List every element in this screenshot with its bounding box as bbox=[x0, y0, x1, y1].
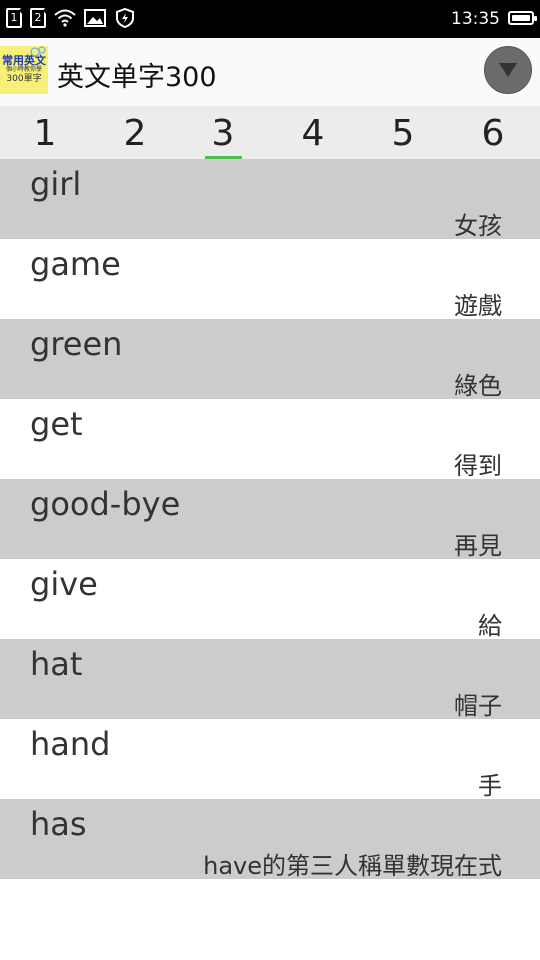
tab-6[interactable]: 6 bbox=[448, 106, 538, 159]
word-meaning: 手 bbox=[478, 772, 502, 800]
word-text: give bbox=[30, 565, 98, 603]
tab-5[interactable]: 5 bbox=[358, 106, 448, 159]
app-bar: 常用英文 個小時教你學 300單字 英文单字300 bbox=[0, 38, 540, 106]
tab-4[interactable]: 4 bbox=[268, 106, 358, 159]
tab-label: 2 bbox=[123, 113, 147, 154]
tab-2[interactable]: 2 bbox=[90, 106, 180, 159]
tab-label: 6 bbox=[481, 113, 505, 154]
word-meaning: 女孩 bbox=[454, 212, 502, 240]
sim-2-label: 2 bbox=[34, 11, 42, 24]
dropdown-arrow-icon bbox=[499, 63, 517, 77]
word-list: girl 女孩 game 遊戲 green 綠色 get 得到 good-bye… bbox=[0, 159, 540, 880]
word-meaning: 綠色 bbox=[454, 372, 502, 400]
app-title: 英文单字300 bbox=[57, 62, 217, 93]
word-text: hand bbox=[30, 725, 111, 763]
sim-2-icon: 2 bbox=[30, 8, 46, 28]
word-meaning: 遊戲 bbox=[454, 292, 502, 320]
app-logo: 常用英文 個小時教你學 300單字 bbox=[0, 46, 48, 94]
list-item[interactable]: green 綠色 bbox=[0, 319, 540, 400]
word-meaning: 得到 bbox=[454, 452, 502, 480]
list-item[interactable]: get 得到 bbox=[0, 399, 540, 480]
tab-3[interactable]: 3 bbox=[178, 106, 268, 159]
wifi-icon bbox=[54, 9, 76, 27]
word-text: girl bbox=[30, 165, 82, 203]
sim-1-icon: 1 bbox=[6, 8, 22, 28]
list-item[interactable]: hat 帽子 bbox=[0, 639, 540, 720]
word-meaning: 帽子 bbox=[454, 692, 502, 720]
tab-label: 1 bbox=[33, 113, 57, 154]
shield-icon bbox=[116, 8, 134, 28]
logo-line-2: 個小時教你學 bbox=[5, 66, 42, 73]
tab-label: 4 bbox=[301, 113, 325, 154]
word-text: hat bbox=[30, 645, 83, 683]
list-item[interactable]: game 遊戲 bbox=[0, 239, 540, 320]
tab-label: 5 bbox=[391, 113, 415, 154]
word-text: game bbox=[30, 245, 121, 283]
tab-1[interactable]: 1 bbox=[0, 106, 90, 159]
word-meaning: 再見 bbox=[454, 532, 502, 560]
image-icon bbox=[84, 9, 106, 27]
word-meaning: 給 bbox=[478, 612, 502, 640]
list-item[interactable]: good-bye 再見 bbox=[0, 479, 540, 560]
word-text: green bbox=[30, 325, 123, 363]
bubbles-icon bbox=[30, 46, 46, 57]
dropdown-menu-button[interactable] bbox=[484, 46, 532, 94]
word-text: has bbox=[30, 805, 87, 843]
logo-line-3: 300單字 bbox=[6, 74, 42, 84]
word-text: good-bye bbox=[30, 485, 181, 523]
status-time: 13:35 bbox=[451, 9, 500, 29]
sim-1-label: 1 bbox=[10, 11, 18, 24]
page-tabs: 1 2 3 4 5 6 bbox=[0, 106, 540, 159]
list-item[interactable]: girl 女孩 bbox=[0, 159, 540, 240]
battery-icon bbox=[508, 11, 537, 25]
list-item[interactable]: has have的第三人稱單數現在式 bbox=[0, 799, 540, 880]
word-meaning: have的第三人稱單數現在式 bbox=[203, 852, 502, 880]
status-bar: 1 2 13:35 bbox=[0, 0, 540, 38]
list-item[interactable]: hand 手 bbox=[0, 719, 540, 800]
tab-label: 3 bbox=[211, 113, 235, 154]
list-item[interactable]: give 給 bbox=[0, 559, 540, 640]
word-text: get bbox=[30, 405, 83, 443]
